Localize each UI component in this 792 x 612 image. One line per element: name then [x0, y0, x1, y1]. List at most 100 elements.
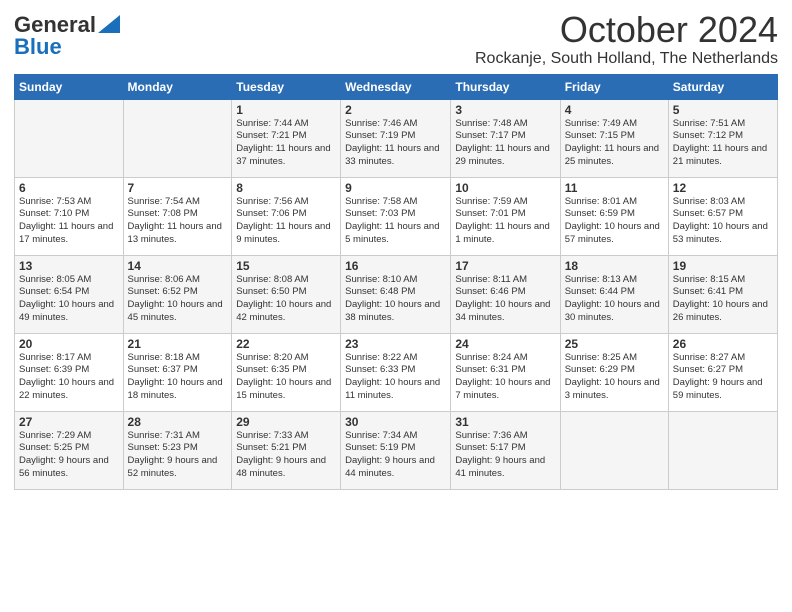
- day-info: Sunrise: 8:10 AM Sunset: 6:48 PM Dayligh…: [345, 274, 446, 325]
- day-info: Sunrise: 8:11 AM Sunset: 6:46 PM Dayligh…: [455, 274, 555, 325]
- day-number: 14: [128, 259, 228, 273]
- calendar-week-2: 6Sunrise: 7:53 AM Sunset: 7:10 PM Daylig…: [15, 177, 778, 255]
- day-info: Sunrise: 7:33 AM Sunset: 5:21 PM Dayligh…: [236, 430, 336, 481]
- col-friday: Friday: [560, 74, 668, 99]
- logo: General Blue: [14, 14, 120, 58]
- day-number: 21: [128, 337, 228, 351]
- day-info: Sunrise: 8:22 AM Sunset: 6:33 PM Dayligh…: [345, 352, 446, 403]
- calendar-cell: 1Sunrise: 7:44 AM Sunset: 7:21 PM Daylig…: [232, 99, 341, 177]
- col-sunday: Sunday: [15, 74, 124, 99]
- calendar-week-5: 27Sunrise: 7:29 AM Sunset: 5:25 PM Dayli…: [15, 411, 778, 489]
- day-number: 28: [128, 415, 228, 429]
- calendar-table: Sunday Monday Tuesday Wednesday Thursday…: [14, 74, 778, 490]
- day-info: Sunrise: 7:36 AM Sunset: 5:17 PM Dayligh…: [455, 430, 555, 481]
- day-number: 17: [455, 259, 555, 273]
- calendar-cell: 13Sunrise: 8:05 AM Sunset: 6:54 PM Dayli…: [15, 255, 124, 333]
- col-wednesday: Wednesday: [341, 74, 451, 99]
- day-number: 12: [673, 181, 773, 195]
- calendar-cell: [15, 99, 124, 177]
- day-info: Sunrise: 8:17 AM Sunset: 6:39 PM Dayligh…: [19, 352, 119, 403]
- calendar-cell: 17Sunrise: 8:11 AM Sunset: 6:46 PM Dayli…: [451, 255, 560, 333]
- col-saturday: Saturday: [668, 74, 777, 99]
- day-number: 4: [565, 103, 664, 117]
- day-info: Sunrise: 8:18 AM Sunset: 6:37 PM Dayligh…: [128, 352, 228, 403]
- calendar-cell: 30Sunrise: 7:34 AM Sunset: 5:19 PM Dayli…: [341, 411, 451, 489]
- calendar-cell: 20Sunrise: 8:17 AM Sunset: 6:39 PM Dayli…: [15, 333, 124, 411]
- calendar-cell: 4Sunrise: 7:49 AM Sunset: 7:15 PM Daylig…: [560, 99, 668, 177]
- day-number: 22: [236, 337, 336, 351]
- day-number: 29: [236, 415, 336, 429]
- day-number: 3: [455, 103, 555, 117]
- day-info: Sunrise: 7:58 AM Sunset: 7:03 PM Dayligh…: [345, 196, 446, 247]
- day-number: 7: [128, 181, 228, 195]
- day-number: 16: [345, 259, 446, 273]
- day-info: Sunrise: 7:54 AM Sunset: 7:08 PM Dayligh…: [128, 196, 228, 247]
- col-monday: Monday: [123, 74, 232, 99]
- calendar-cell: 6Sunrise: 7:53 AM Sunset: 7:10 PM Daylig…: [15, 177, 124, 255]
- calendar-cell: 8Sunrise: 7:56 AM Sunset: 7:06 PM Daylig…: [232, 177, 341, 255]
- day-info: Sunrise: 8:08 AM Sunset: 6:50 PM Dayligh…: [236, 274, 336, 325]
- logo-blue-text: Blue: [14, 36, 62, 58]
- day-number: 24: [455, 337, 555, 351]
- calendar-cell: 24Sunrise: 8:24 AM Sunset: 6:31 PM Dayli…: [451, 333, 560, 411]
- day-number: 13: [19, 259, 119, 273]
- day-info: Sunrise: 8:06 AM Sunset: 6:52 PM Dayligh…: [128, 274, 228, 325]
- calendar-cell: 15Sunrise: 8:08 AM Sunset: 6:50 PM Dayli…: [232, 255, 341, 333]
- day-number: 26: [673, 337, 773, 351]
- day-info: Sunrise: 8:01 AM Sunset: 6:59 PM Dayligh…: [565, 196, 664, 247]
- calendar-week-3: 13Sunrise: 8:05 AM Sunset: 6:54 PM Dayli…: [15, 255, 778, 333]
- col-thursday: Thursday: [451, 74, 560, 99]
- day-number: 6: [19, 181, 119, 195]
- location-title: Rockanje, South Holland, The Netherlands: [475, 50, 778, 68]
- calendar-week-4: 20Sunrise: 8:17 AM Sunset: 6:39 PM Dayli…: [15, 333, 778, 411]
- calendar-cell: 9Sunrise: 7:58 AM Sunset: 7:03 PM Daylig…: [341, 177, 451, 255]
- day-number: 11: [565, 181, 664, 195]
- header-row: Sunday Monday Tuesday Wednesday Thursday…: [15, 74, 778, 99]
- calendar-cell: 28Sunrise: 7:31 AM Sunset: 5:23 PM Dayli…: [123, 411, 232, 489]
- day-number: 25: [565, 337, 664, 351]
- day-number: 15: [236, 259, 336, 273]
- day-info: Sunrise: 7:44 AM Sunset: 7:21 PM Dayligh…: [236, 118, 336, 169]
- day-info: Sunrise: 7:46 AM Sunset: 7:19 PM Dayligh…: [345, 118, 446, 169]
- calendar-cell: 14Sunrise: 8:06 AM Sunset: 6:52 PM Dayli…: [123, 255, 232, 333]
- day-number: 2: [345, 103, 446, 117]
- logo-general-text: General: [14, 14, 96, 36]
- calendar-cell: 16Sunrise: 8:10 AM Sunset: 6:48 PM Dayli…: [341, 255, 451, 333]
- day-info: Sunrise: 8:03 AM Sunset: 6:57 PM Dayligh…: [673, 196, 773, 247]
- day-number: 30: [345, 415, 446, 429]
- month-title: October 2024: [475, 10, 778, 50]
- day-info: Sunrise: 7:56 AM Sunset: 7:06 PM Dayligh…: [236, 196, 336, 247]
- day-number: 8: [236, 181, 336, 195]
- title-block: October 2024 Rockanje, South Holland, Th…: [475, 10, 778, 68]
- day-info: Sunrise: 7:31 AM Sunset: 5:23 PM Dayligh…: [128, 430, 228, 481]
- day-number: 5: [673, 103, 773, 117]
- calendar-cell: [123, 99, 232, 177]
- calendar-cell: 7Sunrise: 7:54 AM Sunset: 7:08 PM Daylig…: [123, 177, 232, 255]
- col-tuesday: Tuesday: [232, 74, 341, 99]
- calendar-cell: 31Sunrise: 7:36 AM Sunset: 5:17 PM Dayli…: [451, 411, 560, 489]
- day-info: Sunrise: 8:20 AM Sunset: 6:35 PM Dayligh…: [236, 352, 336, 403]
- calendar-cell: 5Sunrise: 7:51 AM Sunset: 7:12 PM Daylig…: [668, 99, 777, 177]
- day-info: Sunrise: 7:49 AM Sunset: 7:15 PM Dayligh…: [565, 118, 664, 169]
- day-number: 31: [455, 415, 555, 429]
- day-info: Sunrise: 7:59 AM Sunset: 7:01 PM Dayligh…: [455, 196, 555, 247]
- calendar-cell: 22Sunrise: 8:20 AM Sunset: 6:35 PM Dayli…: [232, 333, 341, 411]
- calendar-cell: 29Sunrise: 7:33 AM Sunset: 5:21 PM Dayli…: [232, 411, 341, 489]
- calendar-cell: 23Sunrise: 8:22 AM Sunset: 6:33 PM Dayli…: [341, 333, 451, 411]
- day-info: Sunrise: 7:34 AM Sunset: 5:19 PM Dayligh…: [345, 430, 446, 481]
- header: General Blue October 2024 Rockanje, Sout…: [14, 10, 778, 68]
- calendar-cell: [560, 411, 668, 489]
- calendar-cell: 11Sunrise: 8:01 AM Sunset: 6:59 PM Dayli…: [560, 177, 668, 255]
- day-info: Sunrise: 8:27 AM Sunset: 6:27 PM Dayligh…: [673, 352, 773, 403]
- day-number: 19: [673, 259, 773, 273]
- day-info: Sunrise: 8:15 AM Sunset: 6:41 PM Dayligh…: [673, 274, 773, 325]
- day-number: 1: [236, 103, 336, 117]
- day-info: Sunrise: 7:29 AM Sunset: 5:25 PM Dayligh…: [19, 430, 119, 481]
- day-info: Sunrise: 8:13 AM Sunset: 6:44 PM Dayligh…: [565, 274, 664, 325]
- calendar-cell: 21Sunrise: 8:18 AM Sunset: 6:37 PM Dayli…: [123, 333, 232, 411]
- day-number: 20: [19, 337, 119, 351]
- main-container: General Blue October 2024 Rockanje, Sout…: [0, 0, 792, 498]
- day-info: Sunrise: 7:51 AM Sunset: 7:12 PM Dayligh…: [673, 118, 773, 169]
- day-number: 10: [455, 181, 555, 195]
- day-number: 23: [345, 337, 446, 351]
